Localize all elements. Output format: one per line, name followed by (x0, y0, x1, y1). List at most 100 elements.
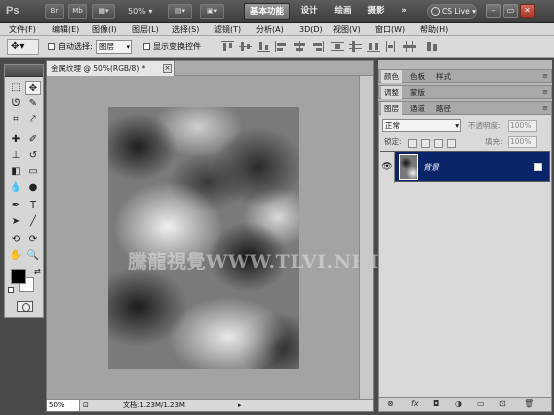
more-workspaces-button[interactable]: » (394, 3, 414, 20)
quick-selection-tool-icon[interactable]: ✎ (25, 97, 41, 111)
shape-tool-icon[interactable]: ╱ (25, 215, 41, 229)
lasso-tool-icon[interactable]: ᘎ (8, 97, 24, 111)
align-top-icon[interactable] (221, 41, 234, 52)
tab-swatches[interactable]: 色板 (407, 70, 428, 83)
menu-file[interactable]: 文件(F) (9, 23, 36, 36)
menu-help[interactable]: 帮助(H) (420, 23, 448, 36)
menu-layer[interactable]: 图层(L) (132, 23, 159, 36)
opacity-field[interactable]: 100% (508, 120, 537, 132)
3d-camera-tool-icon[interactable]: ⟳ (25, 233, 41, 247)
align-right-icon[interactable] (311, 41, 324, 52)
tab-layers[interactable]: 图层 (381, 102, 402, 115)
tab-channels[interactable]: 通道 (407, 102, 428, 115)
mask-icon[interactable]: ◘ (433, 399, 439, 408)
panel-menu-icon[interactable]: ≡ (542, 72, 548, 80)
vertical-scrollbar[interactable] (359, 76, 373, 399)
menu-image[interactable]: 图像(I) (92, 23, 117, 36)
bridge-button[interactable]: Br (45, 4, 64, 19)
gradient-tool-icon[interactable]: ▭ (25, 165, 41, 179)
brush-tool-icon[interactable]: ✐ (25, 133, 41, 147)
eyedropper-tool-icon[interactable]: ⤤ (25, 113, 41, 127)
type-tool-icon[interactable]: T (25, 199, 41, 213)
trash-icon[interactable]: 🗑 (524, 399, 534, 408)
tab-masks[interactable]: 蒙版 (407, 86, 428, 99)
blur-tool-icon[interactable]: 💧 (8, 181, 24, 195)
view-extras-button[interactable]: ▦▾ (92, 4, 115, 19)
workspace-photography[interactable]: 摄影 (364, 3, 388, 20)
foreground-color-swatch[interactable] (11, 269, 26, 284)
swap-colors-icon[interactable]: ⇄ (34, 267, 41, 276)
quick-mask-icon[interactable] (17, 301, 33, 312)
fill-field[interactable]: 100% (508, 136, 537, 148)
minimize-button[interactable]: – (486, 4, 501, 18)
auto-select-checkbox[interactable] (48, 43, 55, 50)
pen-tool-icon[interactable]: ✒ (8, 199, 24, 213)
eraser-tool-icon[interactable]: ◧ (8, 165, 24, 179)
align-left-icon[interactable] (275, 41, 288, 52)
group-icon[interactable]: ▭ (477, 399, 485, 408)
zoom-level-select[interactable]: 50% ▾ (128, 4, 162, 19)
workspace-essentials[interactable]: 基本功能 (244, 3, 290, 20)
tab-styles[interactable]: 样式 (433, 70, 454, 83)
screen-mode-button[interactable]: ▣▾ (200, 4, 224, 19)
menu-view[interactable]: 视图(V) (333, 23, 361, 36)
menu-analysis[interactable]: 分析(A) (256, 23, 284, 36)
align-hcenter-icon[interactable] (293, 41, 306, 52)
close-document-icon[interactable]: × (163, 64, 172, 73)
cloud-texture-image[interactable] (108, 107, 299, 369)
link-icon[interactable]: ⊗ (387, 399, 394, 408)
status-menu-icon[interactable]: ▸ (238, 400, 242, 411)
menu-select[interactable]: 选择(S) (172, 23, 199, 36)
eye-icon[interactable]: 👁 (380, 152, 395, 183)
distribute-vcenter-icon[interactable] (349, 41, 362, 52)
tab-paths[interactable]: 路径 (433, 102, 454, 115)
distribute-hcenter-icon[interactable] (403, 41, 416, 52)
dodge-tool-icon[interactable]: ● (25, 181, 41, 195)
mini-bridge-button[interactable]: Mb (68, 4, 87, 19)
canvas-area[interactable]: 騰龍視覺WWW.TLVI.NET (47, 76, 381, 399)
layer-row-background[interactable]: 👁 背景 (380, 151, 550, 183)
zoom-tool-icon[interactable]: 🔍 (25, 249, 41, 263)
default-colors-icon[interactable] (8, 287, 14, 293)
tool-preset-picker[interactable]: ✥▾ (7, 39, 39, 55)
panel-menu-icon[interactable]: ≡ (542, 104, 548, 112)
lock-transparency-icon[interactable] (408, 139, 417, 148)
menu-edit[interactable]: 编辑(E) (52, 23, 79, 36)
lock-position-icon[interactable] (434, 139, 443, 148)
hand-tool-icon[interactable]: ✋ (8, 249, 24, 263)
show-transform-checkbox[interactable] (143, 43, 150, 50)
auto-align-layers-icon[interactable] (426, 41, 439, 52)
close-button[interactable]: ✕ (520, 4, 535, 18)
tab-adjustments[interactable]: 调整 (381, 86, 402, 99)
menu-window[interactable]: 窗口(W) (375, 23, 405, 36)
lock-all-icon[interactable] (447, 139, 456, 148)
align-bottom-icon[interactable] (257, 41, 270, 52)
tab-color[interactable]: 颜色 (381, 70, 402, 83)
history-brush-tool-icon[interactable]: ↺ (25, 149, 41, 163)
clone-stamp-tool-icon[interactable]: ⊥ (8, 149, 24, 163)
new-layer-icon[interactable]: ⊡ (499, 399, 506, 408)
align-vcenter-icon[interactable] (239, 41, 252, 52)
menu-filter[interactable]: 滤镜(T) (214, 23, 241, 36)
tools-panel-grip[interactable] (5, 65, 43, 77)
distribute-bottom-icon[interactable] (367, 41, 380, 52)
crop-tool-icon[interactable]: ⌗ (8, 113, 24, 127)
panel-menu-icon[interactable]: ≡ (542, 88, 548, 96)
move-tool-icon[interactable]: ✥ (25, 81, 41, 95)
menu-3d[interactable]: 3D(D) (299, 23, 323, 36)
distribute-left-icon[interactable] (385, 41, 398, 52)
restore-button[interactable]: ▭ (503, 4, 518, 18)
blend-mode-select[interactable]: 正常 (382, 119, 461, 132)
workspace-design[interactable]: 设计 (296, 3, 322, 20)
document-tab[interactable]: 金属纹理 @ 50%(RGB/8) * × (47, 61, 175, 76)
arrange-documents-button[interactable]: ▤▾ (168, 4, 192, 19)
cs-live-button[interactable]: CS Live ▾ (427, 4, 477, 19)
3d-rotate-tool-icon[interactable]: ⟲ (8, 233, 24, 247)
auto-select-target-select[interactable]: 图层 (96, 40, 132, 54)
workspace-painting[interactable]: 绘画 (330, 3, 356, 20)
lock-image-icon[interactable] (421, 139, 430, 148)
path-selection-tool-icon[interactable]: ➤ (8, 215, 24, 229)
marquee-tool-icon[interactable]: ⬚ (8, 81, 24, 95)
healing-brush-tool-icon[interactable]: ✚ (8, 133, 24, 147)
fx-icon[interactable]: fx (411, 399, 419, 408)
